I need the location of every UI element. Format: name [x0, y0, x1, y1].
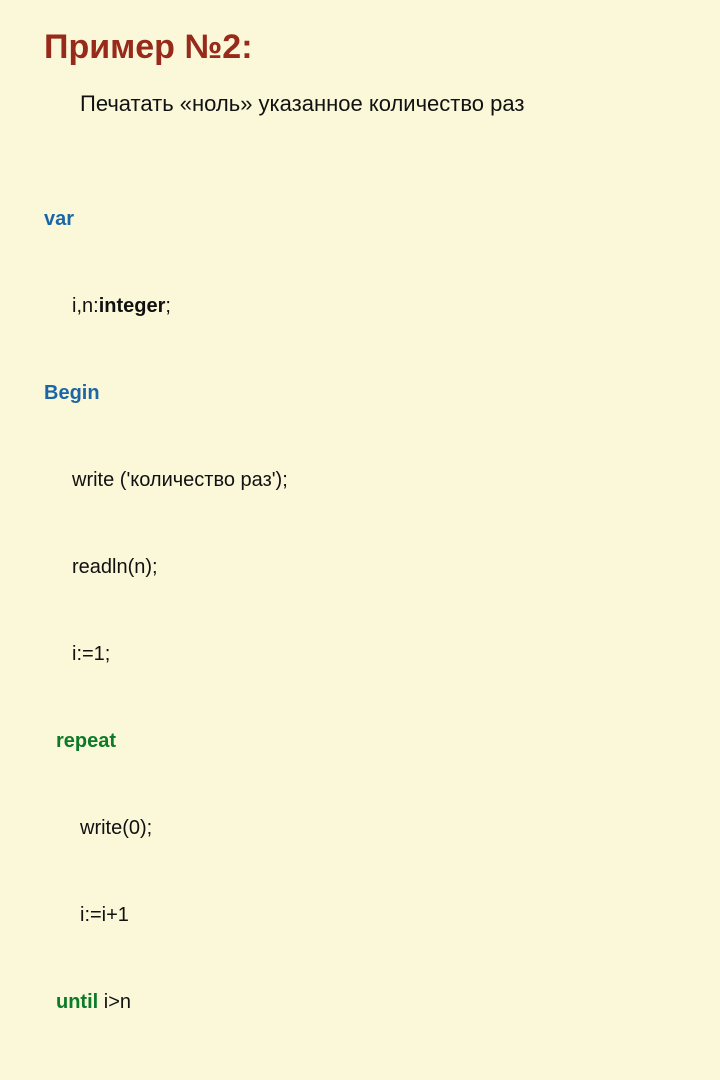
end-dot: .	[80, 1078, 86, 1080]
decl-vars: i,n:	[72, 295, 99, 317]
code-block: var i,n:integer; Begin write ('количеств…	[44, 147, 676, 1080]
code-line-readln: readln(n);	[72, 553, 676, 582]
until-cond: i>n	[98, 991, 131, 1013]
kw-end: end	[44, 1078, 80, 1080]
slide-subtitle: Печатать «ноль» указанное количество раз	[80, 91, 676, 117]
kw-var: var	[44, 208, 74, 230]
kw-begin: Begin	[44, 382, 100, 404]
decl-type: integer	[99, 295, 166, 317]
kw-until: until	[56, 991, 98, 1013]
code-line-init: i:=1;	[72, 640, 676, 669]
code-line-write0: write(0);	[80, 814, 676, 843]
code-line-write-prompt: write ('количество раз');	[72, 466, 676, 495]
code-line-inc: i:=i+1	[80, 901, 676, 930]
decl-semi: ;	[165, 295, 171, 317]
slide-title: Пример №2:	[44, 28, 676, 67]
kw-repeat: repeat	[56, 730, 116, 752]
